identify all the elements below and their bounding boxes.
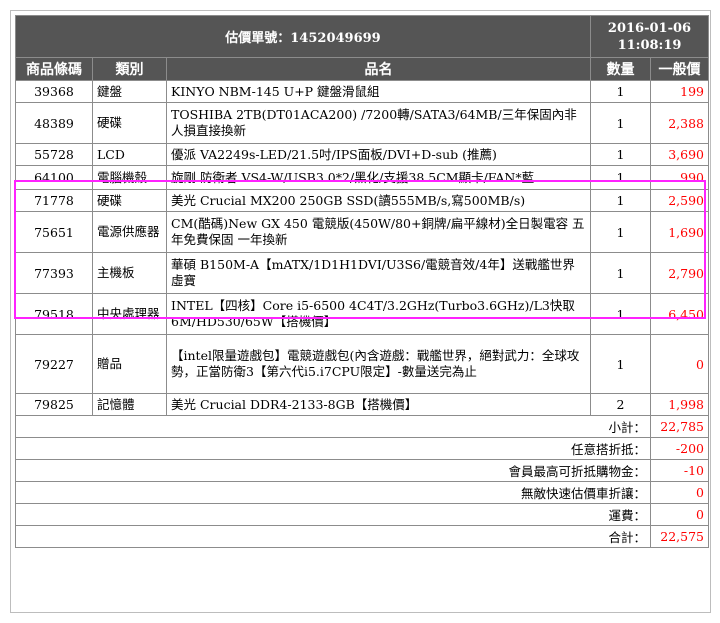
item-code: 55728 (15, 143, 93, 166)
item-code: 75651 (15, 211, 93, 253)
item-name: 美光 Crucial MX200 250GB SSD(讀555MB/s,寫500… (166, 189, 591, 212)
quote-date: 2016-01-06 (607, 20, 692, 36)
quote-header-row: 估價單號：1452049699 2016-01-06 11:08:19 (15, 15, 709, 58)
quote-number: 1452049699 (290, 31, 381, 46)
summary-label: 合計： (15, 525, 651, 548)
item-name: TOSHIBA 2TB(DT01ACA200) /7200轉/SATA3/64M… (166, 102, 591, 144)
item-qty: 1 (590, 334, 651, 394)
item-qty: 1 (590, 80, 651, 103)
table-row: 79518 中央處理器 INTEL【四核】Core i5-6500 4C4T/3.2… (15, 293, 709, 335)
item-price: 3,690 (650, 143, 709, 166)
summary-value: 22,575 (650, 525, 709, 548)
quote-table: 估價單號：1452049699 2016-01-06 11:08:19 商品條碼 … (15, 15, 709, 548)
item-name: 華碩 B150M-A【mATX/1D1H1DVI/U3S6/電競音效/4年】送戰… (166, 252, 591, 294)
col-header-code: 商品條碼 (15, 57, 93, 81)
item-qty: 1 (590, 252, 651, 294)
quote-number-label: 估價單號： (225, 31, 291, 46)
table-row: 79825 記憶體 美光 Crucial DDR4-2133-8GB【搭機價】 2 1,… (15, 393, 709, 416)
item-qty: 1 (590, 211, 651, 253)
table-row: 39368 鍵盤 KINYO NBM-145 U+P 鍵盤滑鼠組 1 199 (15, 80, 709, 103)
item-name: 美光 Crucial DDR4-2133-8GB【搭機價】 (166, 393, 591, 416)
item-code: 77393 (15, 252, 93, 294)
summary-label: 運費： (15, 503, 651, 526)
item-name: 優派 VA2249s-LED/21.5吋/IPS面板/DVI+D-sub (推薦… (166, 143, 591, 166)
col-header-category: 類別 (92, 57, 167, 81)
summary-label: 小計： (15, 415, 651, 438)
summary-row: 無敵快速估價車折讓： 0 (15, 481, 709, 504)
quote-time: 11:08:19 (617, 37, 682, 53)
item-price: 0 (650, 334, 709, 394)
item-name: INTEL【四核】Core i5-6500 4C4T/3.2GHz(Turbo3… (166, 293, 591, 335)
item-price: 2,790 (650, 252, 709, 294)
summary-value: 22,785 (650, 415, 709, 438)
quote-number-cell: 估價單號：1452049699 (15, 15, 591, 58)
table-row: 48389 硬碟 TOSHIBA 2TB(DT01ACA200) /7200轉/SA… (15, 102, 709, 144)
item-qty: 1 (590, 165, 651, 190)
col-header-qty: 數量 (590, 57, 651, 81)
summary-value: -200 (650, 437, 709, 460)
summary-label: 無敵快速估價車折讓： (15, 481, 651, 504)
item-code: 48389 (15, 102, 93, 144)
table-row: 55728 LCD 優派 VA2249s-LED/21.5吋/IPS面板/DVI+D… (15, 143, 709, 166)
item-category: 硬碟 (92, 189, 167, 212)
item-category: 電腦機殼 (92, 165, 167, 190)
column-header-row: 商品條碼 類別 品名 數量 一般價 (15, 57, 709, 81)
summary-row: 合計： 22,575 (15, 525, 709, 548)
item-category: LCD (92, 143, 167, 166)
item-code: 79825 (15, 393, 93, 416)
item-code: 39368 (15, 80, 93, 103)
item-qty: 1 (590, 293, 651, 335)
item-price: 2,388 (650, 102, 709, 144)
quote-frame: 估價單號：1452049699 2016-01-06 11:08:19 商品條碼 … (10, 10, 711, 613)
item-qty: 1 (590, 189, 651, 212)
item-qty: 1 (590, 143, 651, 166)
table-row: 75651 電源供應器 CM(酷碼)New GX 450 電競版(450W/80+銅… (15, 211, 709, 253)
item-price: 2,590 (650, 189, 709, 212)
item-name: 【intel限量遊戲包】電競遊戲包(內含遊戲：戰艦世界，絕對武力：全球攻勢，正當… (166, 334, 591, 394)
table-row: 71778 硬碟 美光 Crucial MX200 250GB SSD(讀555MB… (15, 189, 709, 212)
item-name: KINYO NBM-145 U+P 鍵盤滑鼠組 (166, 80, 591, 103)
item-category: 記憶體 (92, 393, 167, 416)
item-category: 硬碟 (92, 102, 167, 144)
summary-row: 運費： 0 (15, 503, 709, 526)
table-row: 79227 贈品 【intel限量遊戲包】電競遊戲包(內含遊戲：戰艦世界，絕對武力：… (15, 334, 709, 394)
item-name: CM(酷碼)New GX 450 電競版(450W/80+銅牌/扁平線材)全日製… (166, 211, 591, 253)
summary-label: 任意搭折抵： (15, 437, 651, 460)
item-code: 79227 (15, 334, 93, 394)
col-header-name: 品名 (166, 57, 591, 81)
item-category: 鍵盤 (92, 80, 167, 103)
summary-row: 會員最高可折抵購物金： -10 (15, 459, 709, 482)
col-header-price: 一般價 (650, 57, 709, 81)
table-row: 64100 電腦機殼 旋剛 防衛者 VS4-W/USB3.0*2/黑化/支援38.5… (15, 165, 709, 190)
item-category: 中央處理器 (92, 293, 167, 335)
summary-row: 任意搭折抵： -200 (15, 437, 709, 460)
item-price: 199 (650, 80, 709, 103)
summary-value: -10 (650, 459, 709, 482)
summary-row: 小計： 22,785 (15, 415, 709, 438)
item-category: 主機板 (92, 252, 167, 294)
item-code: 71778 (15, 189, 93, 212)
item-category: 贈品 (92, 334, 167, 394)
item-price: 6,450 (650, 293, 709, 335)
item-code: 64100 (15, 165, 93, 190)
item-price: 1,998 (650, 393, 709, 416)
item-qty: 1 (590, 102, 651, 144)
table-row: 77393 主機板 華碩 B150M-A【mATX/1D1H1DVI/U3S6/電競… (15, 252, 709, 294)
item-name: 旋剛 防衛者 VS4-W/USB3.0*2/黑化/支援38.5CM顯卡/FAN*… (166, 165, 591, 190)
item-price: 990 (650, 165, 709, 190)
summary-value: 0 (650, 503, 709, 526)
quote-datetime-cell: 2016-01-06 11:08:19 (590, 15, 709, 58)
item-code: 79518 (15, 293, 93, 335)
summary-label: 會員最高可折抵購物金： (15, 459, 651, 482)
item-qty: 2 (590, 393, 651, 416)
item-category: 電源供應器 (92, 211, 167, 253)
summary-value: 0 (650, 481, 709, 504)
item-price: 1,690 (650, 211, 709, 253)
